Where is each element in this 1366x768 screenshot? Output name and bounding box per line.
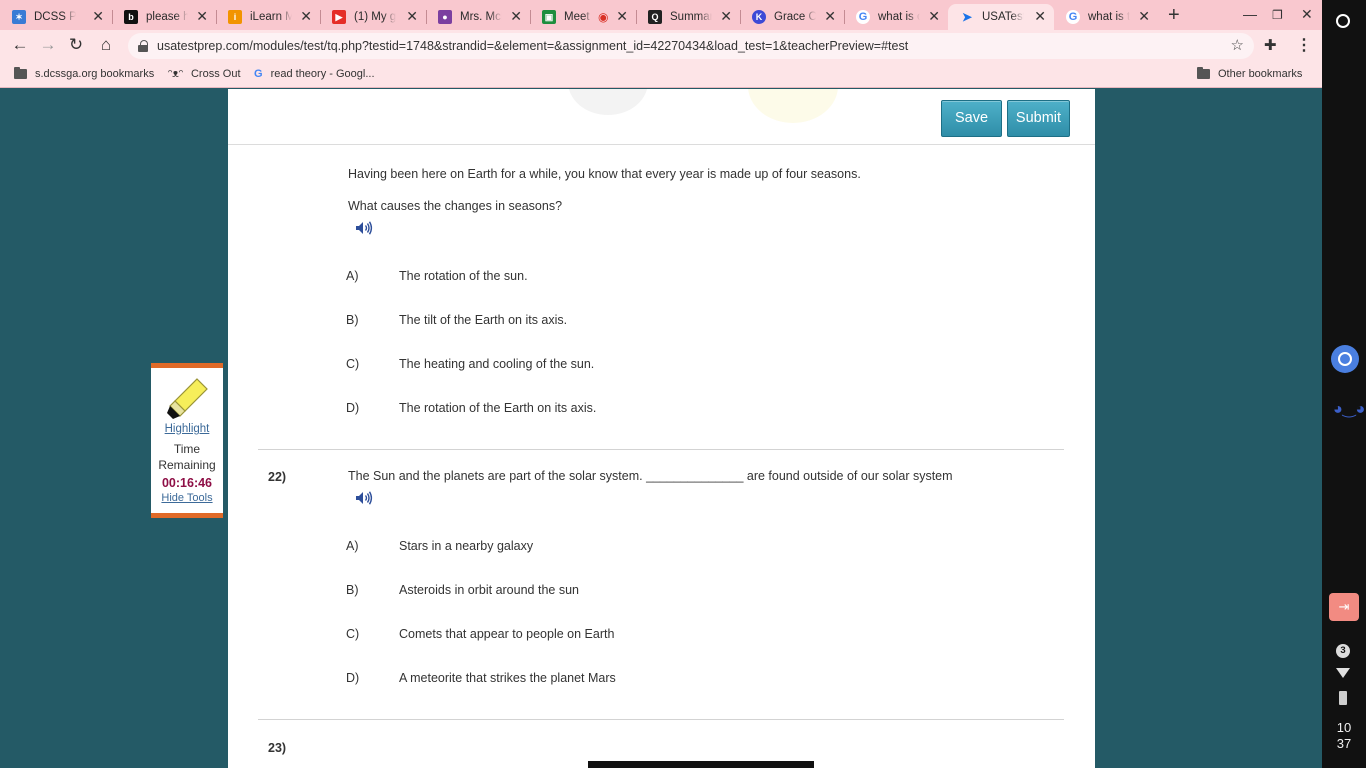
battery-icon[interactable] xyxy=(1339,691,1347,705)
close-tab-icon[interactable]: ✕ xyxy=(300,8,312,25)
test-header: Save Submit xyxy=(228,89,1095,145)
cursor-favicon-icon: ➤ xyxy=(961,10,973,24)
restore-button[interactable]: ❐ xyxy=(1272,8,1283,22)
owl-app-icon[interactable]: ◕‿◕ xyxy=(1333,399,1365,419)
time-remaining: 00:16:46 xyxy=(161,476,213,490)
brainly-favicon-icon: b xyxy=(124,10,138,24)
save-button[interactable]: Save xyxy=(941,100,1002,137)
submit-button[interactable]: Submit xyxy=(1007,100,1070,137)
clock-hour: 10 xyxy=(1336,720,1352,735)
hide-tools-link[interactable]: Hide Tools xyxy=(151,492,223,504)
tab-google-search-1[interactable]: G what is o ✕ xyxy=(844,4,948,30)
browser-menu-icon[interactable]: ⋮ xyxy=(1296,35,1312,55)
clock[interactable]: 10 37 xyxy=(1322,720,1366,752)
highlight-link[interactable]: Highlight xyxy=(151,423,223,435)
notification-count[interactable]: 3 xyxy=(1336,644,1350,658)
question-prompt: The Sun and the planets are part of the … xyxy=(348,469,953,483)
k-favicon-icon: K xyxy=(752,10,766,24)
quillbot-favicon-icon: Q xyxy=(648,10,662,24)
close-tab-icon[interactable]: ✕ xyxy=(720,8,732,25)
tab-please-help[interactable]: b please help ✕ xyxy=(112,4,216,30)
close-tab-icon[interactable]: ✕ xyxy=(824,8,836,25)
close-tab-icon[interactable]: ✕ xyxy=(616,8,628,25)
minimize-button[interactable]: — xyxy=(1243,6,1257,22)
browser-toolbar: ← → ↻ ⌂ usatestprep.com/modules/test/tq.… xyxy=(0,30,1322,62)
exit-app-icon[interactable]: ⇥ xyxy=(1329,593,1359,621)
classroom-favicon-icon: ● xyxy=(438,10,452,24)
wifi-icon[interactable] xyxy=(1336,668,1350,678)
bookmark-read-theory[interactable]: G read theory - Googl... xyxy=(254,68,375,80)
browser-window: ✶ DCSS Portal ✕ b please help ✕ i iLearn… xyxy=(0,0,1322,768)
other-bookmarks-folder[interactable]: Other bookmarks xyxy=(1197,67,1302,80)
home-button[interactable]: ⌂ xyxy=(95,35,117,55)
close-tab-icon[interactable]: ✕ xyxy=(92,8,104,25)
tab-google-search-2[interactable]: G what is th ✕ xyxy=(1054,4,1158,30)
question-divider xyxy=(258,719,1064,720)
tab-dcss-portal[interactable]: ✶ DCSS Portal ✕ xyxy=(0,4,112,30)
tab-ilearn[interactable]: i iLearn Math ✕ xyxy=(216,4,320,30)
speaker-icon[interactable] xyxy=(355,221,373,235)
highlighter-icon[interactable] xyxy=(163,377,211,421)
question-number: 22) xyxy=(268,470,287,484)
extensions-puzzle-icon[interactable]: ✚ xyxy=(1264,36,1277,54)
page-viewport: Save Submit Having been here on Earth fo… xyxy=(0,89,1322,768)
test-panel: Save Submit Having been here on Earth fo… xyxy=(228,89,1095,768)
recording-icon: ◉ xyxy=(598,10,609,24)
back-button[interactable]: ← xyxy=(9,35,31,55)
chrome-app-icon[interactable] xyxy=(1331,345,1359,373)
google-favicon-icon: G xyxy=(856,10,870,24)
tab-strip: ✶ DCSS Portal ✕ b please help ✕ i iLearn… xyxy=(0,0,1322,30)
reload-button[interactable]: ↻ xyxy=(65,35,87,55)
url-text[interactable]: usatestprep.com/modules/test/tq.php?test… xyxy=(157,39,908,53)
tab-summary[interactable]: Q Summary ✕ xyxy=(636,4,740,30)
tab-youtube[interactable]: ▶ (1) My gigs ✕ xyxy=(320,4,426,30)
close-tab-icon[interactable]: ✕ xyxy=(928,8,940,25)
lock-icon xyxy=(138,40,148,52)
folder-icon xyxy=(14,67,27,79)
question-number: 23) xyxy=(268,741,287,755)
address-bar[interactable]: usatestprep.com/modules/test/tq.php?test… xyxy=(128,33,1254,59)
header-decoration xyxy=(748,89,838,123)
ilearn-favicon-icon: i xyxy=(228,10,242,24)
google-favicon-icon: G xyxy=(254,68,263,80)
new-tab-button[interactable]: + xyxy=(1168,4,1180,27)
forward-button[interactable]: → xyxy=(37,35,59,55)
remaining-label: Remaining xyxy=(158,458,216,472)
cross-out-favicon-icon: ᵔᴥᵔ xyxy=(168,68,183,80)
os-shelf: ◕‿◕ ⇥ 3 10 37 xyxy=(1322,0,1366,768)
dcss-favicon-icon: ✶ xyxy=(12,10,26,24)
meet-favicon-icon: ▣ xyxy=(542,10,556,24)
question-divider xyxy=(258,449,1064,450)
bookmark-cross-out[interactable]: ᵔᴥᵔ Cross Out xyxy=(168,68,241,80)
test-tools-panel: Highlight Time Remaining 00:16:46 Hide T… xyxy=(151,363,223,518)
tab-usatestprep[interactable]: ➤ USATestprep ✕ xyxy=(948,4,1054,30)
close-tab-icon[interactable]: ✕ xyxy=(1034,8,1046,25)
tab-classroom[interactable]: ● Mrs. McLain ✕ xyxy=(426,4,530,30)
bookmark-star-icon[interactable]: ☆ xyxy=(1231,36,1244,54)
question-image xyxy=(588,761,814,768)
clock-minute: 37 xyxy=(1336,736,1352,751)
folder-icon xyxy=(1197,67,1210,79)
launcher-icon[interactable] xyxy=(1336,14,1350,28)
close-tab-icon[interactable]: ✕ xyxy=(1138,8,1150,25)
header-decoration xyxy=(568,89,648,115)
question-prompt: What causes the changes in seasons? xyxy=(348,199,563,213)
speaker-icon[interactable] xyxy=(355,491,373,505)
bookmark-dcssga-folder[interactable]: s.dcssga.org bookmarks xyxy=(14,67,154,80)
tab-grace-cox[interactable]: K Grace Cox ✕ xyxy=(740,4,844,30)
close-window-button[interactable]: ✕ xyxy=(1301,6,1313,23)
tab-meet[interactable]: ▣ Meet ◉ ✕ xyxy=(530,4,636,30)
question-intro: Having been here on Earth for a while, y… xyxy=(348,167,861,181)
close-tab-icon[interactable]: ✕ xyxy=(510,8,522,25)
close-tab-icon[interactable]: ✕ xyxy=(196,8,208,25)
close-tab-icon[interactable]: ✕ xyxy=(406,8,418,25)
youtube-favicon-icon: ▶ xyxy=(332,10,346,24)
time-label: Time xyxy=(173,442,201,456)
bookmarks-bar: s.dcssga.org bookmarks ᵔᴥᵔ Cross Out G r… xyxy=(0,62,1322,88)
google-favicon-icon: G xyxy=(1066,10,1080,24)
